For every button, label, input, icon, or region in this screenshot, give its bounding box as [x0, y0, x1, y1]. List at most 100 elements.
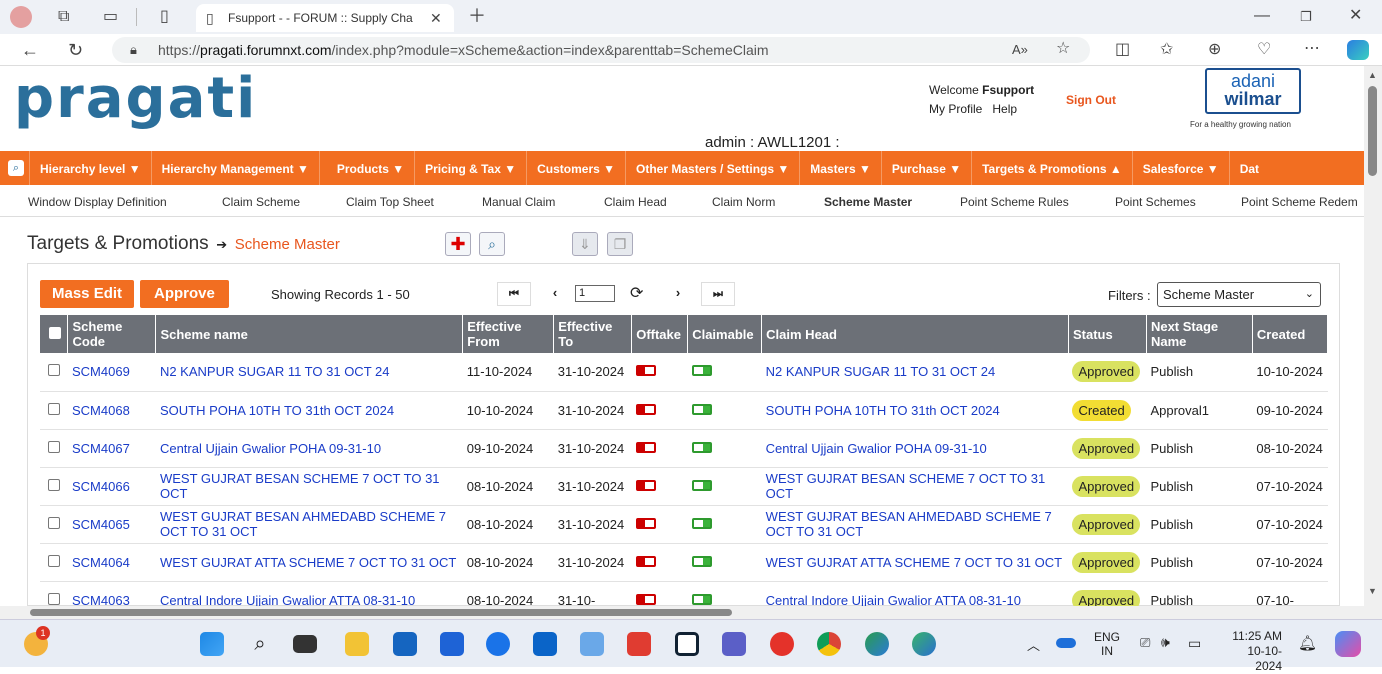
my-profile-link[interactable]: My Profile	[929, 102, 982, 116]
copilot-taskbar-icon[interactable]	[1335, 631, 1361, 657]
offtake-toggle[interactable]	[631, 391, 688, 430]
profile-avatar[interactable]	[10, 6, 32, 28]
scheme-name-link[interactable]: WEST GUJRAT BESAN SCHEME 7 OCT TO 31 OCT	[155, 467, 463, 506]
prev-page-icon[interactable]: ‹	[545, 282, 565, 306]
submenu-scheme-master[interactable]: Scheme Master	[824, 195, 912, 209]
table-row[interactable]: SCM4067 Central Ujjain Gwalior POHA 09-31…	[40, 429, 1328, 468]
submenu-point-scheme-rules[interactable]: Point Scheme Rules	[960, 195, 1069, 209]
clock[interactable]: 11:25 AM 10-10-2024	[1226, 629, 1282, 674]
browser-essentials-icon[interactable]: ♡	[1257, 42, 1271, 58]
col-next-stage[interactable]: Next Stage Name	[1146, 315, 1253, 353]
copy-icon[interactable]: ❐	[607, 232, 633, 256]
col-claimable[interactable]: Claimable	[687, 315, 763, 353]
scheme-name-link[interactable]: Central Indore Ujjain Gwalior ATTA 08-31…	[155, 581, 463, 606]
submenu-claim-top-sheet[interactable]: Claim Top Sheet	[346, 195, 434, 209]
sign-out-link[interactable]: Sign Out	[1066, 93, 1116, 107]
col-status[interactable]: Status	[1068, 315, 1147, 353]
minimize-icon[interactable]: —	[1254, 8, 1270, 24]
claimable-toggle[interactable]	[687, 505, 762, 544]
row-checkbox[interactable]	[40, 467, 68, 506]
table-row[interactable]: SCM4069 N2 KANPUR SUGAR 11 TO 31 OCT 24 11…	[40, 353, 1328, 392]
start-icon[interactable]	[200, 632, 224, 656]
scheme-code-link[interactable]: SCM4069	[67, 353, 156, 392]
claim-head-link[interactable]: WEST GUJRAT ATTA SCHEME 7 OCT TO 31 OCT	[761, 543, 1069, 582]
reload-icon[interactable]: ⟳	[630, 283, 643, 303]
scheme-code-link[interactable]: SCM4064	[67, 543, 156, 582]
next-page-icon[interactable]: ›	[668, 282, 688, 306]
submenu-point-schemes[interactable]: Point Schemes	[1115, 195, 1196, 209]
task-view-icon[interactable]	[293, 635, 317, 653]
horizontal-scrollbar[interactable]	[0, 606, 1364, 619]
col-scheme-name[interactable]: Scheme name	[155, 315, 464, 353]
close-tab-icon[interactable]: ✕	[430, 10, 442, 26]
claim-head-link[interactable]: N2 KANPUR SUGAR 11 TO 31 OCT 24	[761, 353, 1069, 392]
mass-edit-button[interactable]: Mass Edit	[40, 280, 135, 308]
copilot-icon[interactable]	[1347, 40, 1369, 60]
onedrive-icon[interactable]	[1056, 638, 1076, 648]
add-icon[interactable]: ✚	[445, 232, 471, 256]
close-window-icon[interactable]: ✕	[1349, 8, 1362, 24]
offtake-toggle[interactable]	[631, 467, 688, 506]
claimable-toggle[interactable]	[687, 543, 762, 582]
submenu-claim-head[interactable]: Claim Head	[604, 195, 667, 209]
favorite-star-icon[interactable]: ☆	[1056, 41, 1070, 57]
claimable-toggle[interactable]	[687, 429, 762, 468]
offtake-toggle[interactable]	[631, 505, 688, 544]
horizontal-scroll-thumb[interactable]	[30, 609, 732, 616]
scheme-name-link[interactable]: WEST GUJRAT ATTA SCHEME 7 OCT TO 31 OCT	[155, 543, 463, 582]
table-row[interactable]: SCM4063 Central Indore Ujjain Gwalior ATT…	[40, 581, 1328, 606]
menu-salesforce[interactable]: Salesforce ▼	[1133, 151, 1230, 185]
submenu-window-display[interactable]: Window Display Definition	[28, 195, 167, 209]
menu-products[interactable]: Products ▼	[320, 151, 416, 185]
row-checkbox[interactable]	[40, 429, 68, 468]
row-checkbox[interactable]	[40, 543, 68, 582]
select-all-checkbox[interactable]	[40, 315, 69, 353]
download-icon[interactable]: ⇓	[572, 232, 598, 256]
claimable-toggle[interactable]	[687, 467, 762, 506]
col-claim-head[interactable]: Claim Head	[761, 315, 1069, 353]
scheme-code-link[interactable]: SCM4067	[67, 429, 156, 468]
row-checkbox[interactable]	[40, 505, 68, 544]
read-aloud-icon[interactable]: A»	[1012, 42, 1028, 58]
first-page-icon[interactable]: ⏮	[497, 282, 531, 306]
claim-head-link[interactable]: Central Ujjain Gwalior POHA 09-31-10	[761, 429, 1069, 468]
offtake-toggle[interactable]	[631, 581, 688, 606]
tab-actions-icon[interactable]: ▭	[103, 9, 118, 25]
claim-head-link[interactable]: SOUTH POHA 10TH TO 31th OCT 2024	[761, 391, 1069, 430]
anydesk-icon[interactable]	[627, 632, 651, 656]
edge-icon[interactable]	[865, 632, 889, 656]
menu-masters[interactable]: Masters ▼	[800, 151, 882, 185]
favorites-icon[interactable]: ✩	[1160, 42, 1173, 58]
breadcrumb-section[interactable]: Targets & Promotions	[27, 233, 209, 254]
battery-icon[interactable]: ▭	[1188, 635, 1201, 652]
scroll-up-icon[interactable]: ▲	[1368, 70, 1377, 80]
menu-purchase[interactable]: Purchase ▼	[882, 151, 973, 185]
scheme-name-link[interactable]: N2 KANPUR SUGAR 11 TO 31 OCT 24	[155, 353, 463, 392]
menu-data[interactable]: Dat	[1230, 151, 1269, 185]
edge-dev-icon[interactable]	[912, 632, 936, 656]
language-indicator[interactable]: ENG IN	[1094, 630, 1120, 658]
claimable-toggle[interactable]	[687, 353, 762, 392]
col-effective-to[interactable]: Effective To	[553, 315, 633, 353]
claim-head-link[interactable]: WEST GUJRAT BESAN SCHEME 7 OCT TO 31 OCT	[761, 467, 1069, 506]
claimable-toggle[interactable]	[687, 391, 762, 430]
search-taskbar-icon[interactable]: ⌕	[248, 632, 272, 656]
row-checkbox[interactable]	[40, 353, 68, 392]
menu-customers[interactable]: Customers ▼	[527, 151, 627, 185]
new-tab-icon[interactable]: ＋	[468, 7, 486, 25]
teams-icon[interactable]	[722, 632, 746, 656]
page-number-input[interactable]: 1	[575, 285, 615, 302]
menu-search-icon[interactable]: ⌕	[0, 151, 30, 185]
notification-bell-icon[interactable]: 🔔︎	[1298, 634, 1317, 652]
claimable-toggle[interactable]	[687, 581, 762, 606]
app-remote-icon[interactable]	[675, 632, 699, 656]
scheme-code-link[interactable]: SCM4068	[67, 391, 156, 430]
approve-button[interactable]: Approve	[140, 280, 229, 308]
offtake-toggle[interactable]	[631, 543, 688, 582]
app-network-icon[interactable]	[580, 632, 604, 656]
wps-icon[interactable]	[770, 632, 794, 656]
menu-targets-promotions[interactable]: Targets & Promotions ▲	[972, 151, 1133, 185]
table-row[interactable]: SCM4066 WEST GUJRAT BESAN SCHEME 7 OCT TO…	[40, 467, 1328, 506]
outlook-icon[interactable]	[533, 632, 557, 656]
refresh-icon[interactable]: ↻	[68, 41, 83, 59]
